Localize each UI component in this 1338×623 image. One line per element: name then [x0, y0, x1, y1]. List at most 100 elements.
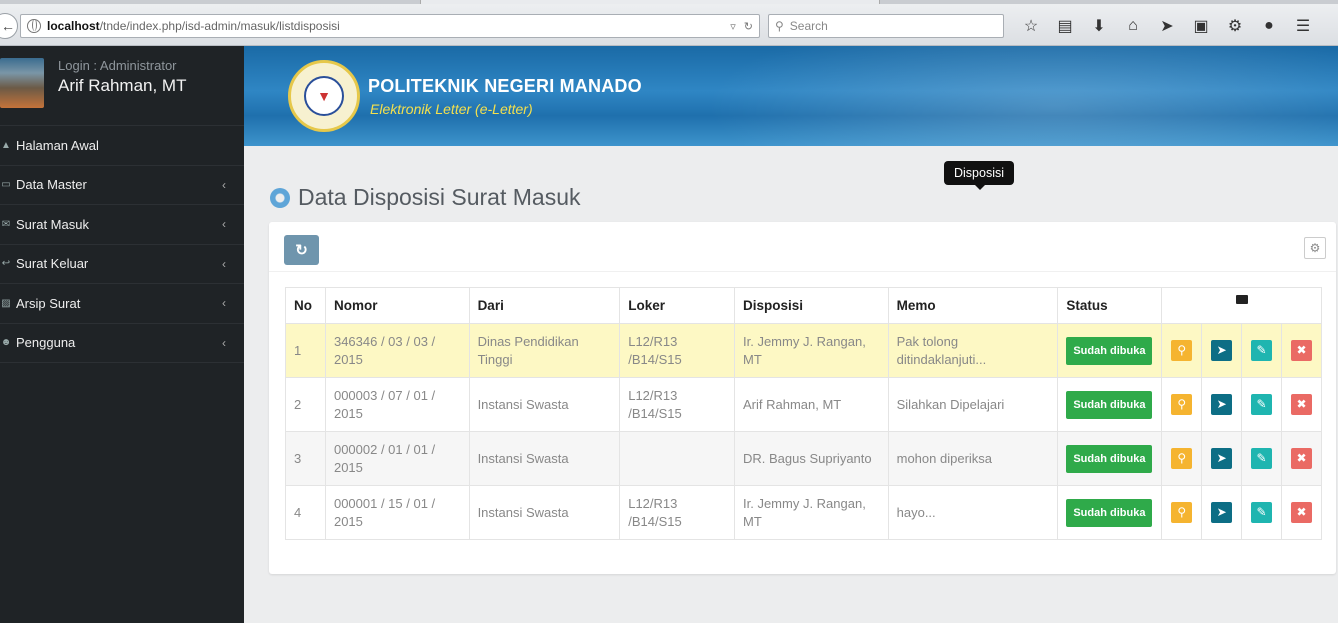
- send-icon[interactable]: ➤: [1150, 16, 1184, 36]
- status-badge: Sudah dibuka: [1066, 390, 1153, 419]
- cell-memo: Pak tolong ditindaklanjuti...: [887, 323, 1059, 378]
- column-header-dari[interactable]: Dari: [468, 287, 621, 324]
- edit-button[interactable]: ✎: [1251, 448, 1273, 469]
- table-header-row: No Nomor Dari Loker Disposisi Memo Statu…: [285, 287, 1322, 324]
- chat-icon[interactable]: ●: [1252, 17, 1286, 35]
- cell-dari: Dinas Pendidikan Tinggi: [468, 323, 621, 378]
- table-row[interactable]: 3 000002 / 01 / 01 / 2015 Instansi Swast…: [285, 431, 1322, 486]
- column-header-no[interactable]: No: [285, 287, 326, 324]
- home-icon[interactable]: ⌂: [1116, 17, 1150, 35]
- sidebar-item-label: Data Master: [16, 177, 87, 193]
- browser-search-input[interactable]: ⚲ Search: [768, 14, 1004, 38]
- refresh-button[interactable]: ↻: [284, 235, 319, 265]
- disposisi-button[interactable]: ➤: [1211, 340, 1233, 361]
- disposisi-button[interactable]: ➤: [1211, 394, 1233, 415]
- cell-dari: Instansi Swasta: [468, 377, 621, 432]
- cell-loker: L12/R13 /B14/S15: [619, 485, 735, 540]
- cell-status: Sudah dibuka: [1057, 323, 1163, 378]
- reload-icon[interactable]: ↻: [744, 20, 753, 33]
- reading-list-icon[interactable]: ▤: [1048, 16, 1082, 36]
- cell-no: 1: [285, 323, 326, 378]
- view-button[interactable]: ⚲: [1171, 502, 1193, 523]
- sidebar-item-surat-masuk[interactable]: ✉ Surat Masuk ‹: [0, 205, 244, 245]
- cell-dari: Instansi Swasta: [468, 485, 621, 540]
- delete-button[interactable]: ✖: [1291, 340, 1312, 361]
- page-title: Data Disposisi Surat Masuk: [270, 184, 581, 211]
- column-header-status[interactable]: Status: [1057, 287, 1163, 324]
- gear-icon: [270, 187, 290, 208]
- chevron-left-icon: ‹: [222, 256, 226, 271]
- user-panel: Login : Administrator Arif Rahman, MT: [0, 46, 244, 126]
- browser-toolbar: ← localhost/tnde/index.php/isd-admin/mas…: [0, 0, 1338, 46]
- menu-icon[interactable]: ☰: [1286, 16, 1320, 36]
- chevron-left-icon: ‹: [222, 335, 226, 350]
- back-button[interactable]: ←: [0, 13, 18, 39]
- sidebar-item-data-master[interactable]: ▭ Data Master ‹: [0, 166, 244, 205]
- cell-nomor: 000001 / 15 / 01 / 2015: [324, 485, 470, 540]
- cell-nomor: 000003 / 07 / 01 / 2015: [324, 377, 470, 432]
- delete-button[interactable]: ✖: [1291, 448, 1312, 469]
- globe-icon: [27, 19, 41, 33]
- sidebar: Login : Administrator Arif Rahman, MT ▲ …: [0, 46, 244, 623]
- view-button[interactable]: ⚲: [1171, 340, 1193, 361]
- column-header-nomor[interactable]: Nomor: [324, 287, 470, 324]
- column-header-disposisi[interactable]: Disposisi: [734, 287, 889, 324]
- browser-nav-icons: ☆ ▤ ⬇ ⌂ ➤ ▣ ⚙ ● ☰: [1014, 14, 1320, 38]
- user-name: Arif Rahman, MT: [58, 76, 187, 95]
- delete-button[interactable]: ✖: [1291, 394, 1312, 415]
- chevron-left-icon: ‹: [222, 296, 226, 311]
- chevron-left-icon: ‹: [222, 217, 226, 232]
- disposition-table: No Nomor Dari Loker Disposisi Memo Statu…: [285, 287, 1322, 540]
- cell-status: Sudah dibuka: [1057, 485, 1163, 540]
- cell-disposisi: Ir. Jemmy J. Rangan, MT: [734, 323, 889, 378]
- sidebar-item-pengguna[interactable]: ☻ Pengguna ‹: [0, 324, 244, 363]
- cell-no: 4: [285, 485, 326, 540]
- envelope-icon: ✉: [1, 218, 11, 230]
- download-icon[interactable]: ⬇: [1082, 16, 1116, 36]
- main-content: Data Disposisi Surat Masuk ↻ ⚙ No Nomor …: [244, 146, 1338, 623]
- app-name: Elektronik Letter (e-Letter): [370, 101, 533, 117]
- edit-button[interactable]: ✎: [1251, 394, 1273, 415]
- disposisi-button[interactable]: ➤: [1211, 448, 1233, 469]
- cell-memo: hayo...: [887, 485, 1059, 540]
- extension-gear-icon[interactable]: ⚙: [1218, 16, 1252, 36]
- sidebar-item-arsip-surat[interactable]: ▨ Arsip Surat ‹: [0, 284, 244, 324]
- cell-loker: [619, 431, 735, 486]
- gear-icon: ⚙: [1309, 241, 1321, 255]
- bookmark-star-icon[interactable]: ☆: [1014, 16, 1048, 36]
- edit-button[interactable]: ✎: [1251, 502, 1273, 523]
- org-name: POLITEKNIK NEGERI MANADO: [368, 76, 642, 96]
- delete-button[interactable]: ✖: [1291, 502, 1312, 523]
- reply-icon: ↩: [1, 258, 11, 270]
- settings-button[interactable]: ⚙: [1304, 237, 1326, 259]
- archive-icon: ▨: [1, 297, 11, 309]
- cell-nomor: 346346 / 03 / 03 / 2015: [324, 323, 470, 378]
- column-header-memo[interactable]: Memo: [887, 287, 1059, 324]
- disposisi-tooltip: Disposisi: [944, 161, 1014, 190]
- extension-n-icon[interactable]: ▣: [1184, 16, 1218, 36]
- sidebar-item-surat-keluar[interactable]: ↩ Surat Keluar ‹: [0, 245, 244, 284]
- disposisi-button[interactable]: ➤: [1211, 502, 1233, 523]
- box-header: ↻ ⚙: [269, 222, 1336, 272]
- column-header-loker[interactable]: Loker: [619, 287, 735, 324]
- cell-status: Sudah dibuka: [1057, 431, 1163, 486]
- sidebar-item-halaman-awal[interactable]: ▲ Halaman Awal: [0, 126, 244, 166]
- table-row[interactable]: 1 346346 / 03 / 03 / 2015 Dinas Pendidik…: [285, 323, 1322, 378]
- cell-disposisi: Ir. Jemmy J. Rangan, MT: [734, 485, 889, 540]
- url-bar[interactable]: localhost/tnde/index.php/isd-admin/masuk…: [20, 14, 760, 38]
- active-tab-edge[interactable]: [420, 0, 880, 4]
- search-placeholder: Search: [789, 19, 828, 33]
- logo: ▼: [288, 60, 360, 132]
- edit-button[interactable]: ✎: [1251, 340, 1273, 361]
- dropdown-arrow-icon[interactable]: ▿: [730, 20, 736, 33]
- view-button[interactable]: ⚲: [1171, 448, 1193, 469]
- url-host: localhost: [47, 19, 100, 33]
- table-row[interactable]: 4 000001 / 15 / 01 / 2015 Instansi Swast…: [285, 485, 1322, 540]
- cell-disposisi: DR. Bagus Supriyanto: [734, 431, 889, 486]
- view-button[interactable]: ⚲: [1171, 394, 1193, 415]
- status-badge: Sudah dibuka: [1066, 444, 1153, 473]
- sidebar-item-label: Pengguna: [16, 335, 76, 351]
- table-row[interactable]: 2 000003 / 07 / 01 / 2015 Instansi Swast…: [285, 377, 1322, 432]
- status-badge: Sudah dibuka: [1066, 336, 1153, 365]
- cell-memo: mohon diperiksa: [887, 431, 1059, 486]
